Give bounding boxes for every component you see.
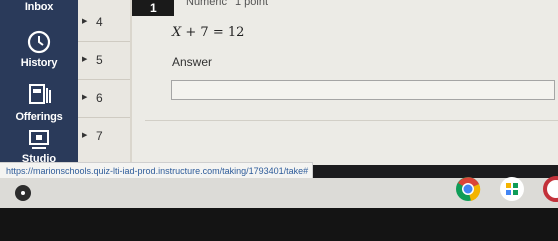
question-separator	[145, 120, 558, 121]
equation-rest: + 7 = 12	[185, 25, 245, 40]
nav-offerings-label: Offerings	[15, 111, 63, 123]
nav-history-label: History	[20, 57, 58, 69]
question-list-item[interactable]: ▶ 6	[78, 79, 130, 118]
triangle-right-icon: ▶	[82, 132, 88, 139]
global-nav: Inbox History Offerings	[0, 0, 78, 178]
screen-bezel	[0, 208, 558, 241]
answer-input[interactable]	[171, 80, 555, 100]
triangle-right-icon: ▶	[82, 18, 88, 25]
question-list-item[interactable]: ▶ 5	[78, 41, 130, 80]
question-points: 1 point	[235, 0, 269, 8]
question-type: Numeric	[186, 0, 227, 8]
question-list: ▶ 4 ▶ 5 ▶ 6 ▶ 7	[78, 0, 130, 165]
launcher-icon	[21, 191, 25, 195]
google-apps-icon[interactable]	[500, 177, 524, 201]
question-list-number: 7	[96, 129, 103, 143]
question-list-item[interactable]: ▶ 4	[78, 3, 130, 42]
triangle-right-icon: ▶	[82, 56, 88, 63]
equation-variable: X	[172, 25, 182, 40]
offerings-icon	[29, 84, 51, 104]
question-list-number: 4	[96, 15, 103, 29]
apps-grid-icon	[506, 183, 518, 195]
question-list-number: 6	[96, 91, 103, 105]
question-list-number: 5	[96, 53, 103, 67]
studio-icon	[29, 130, 49, 149]
nav-history[interactable]: History	[0, 29, 78, 69]
nav-inbox-label: Inbox	[24, 1, 54, 13]
clock-icon	[27, 30, 51, 54]
nav-offerings[interactable]: Offerings	[0, 83, 78, 123]
question-list-item[interactable]: ▶ 7	[78, 117, 130, 155]
question-equation: X + 7 = 12	[172, 25, 244, 40]
answer-label: Answer	[172, 55, 213, 69]
triangle-right-icon: ▶	[82, 94, 88, 101]
status-url: https://marionschools.quiz-lti-iad-prod.…	[0, 162, 314, 179]
question-number: 1	[150, 1, 157, 15]
nav-inbox[interactable]: Inbox	[0, 1, 78, 13]
chrome-icon[interactable]	[455, 176, 481, 202]
